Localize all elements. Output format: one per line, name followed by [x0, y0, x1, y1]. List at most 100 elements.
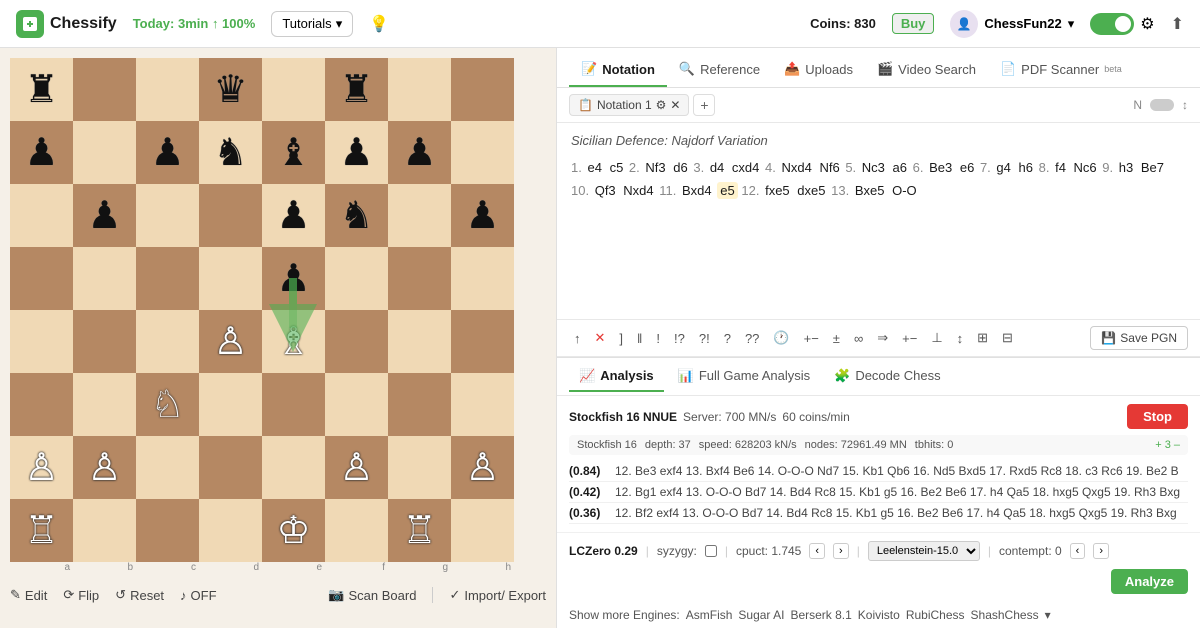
square-f8[interactable]: ♜ — [325, 58, 388, 121]
square-h4[interactable] — [451, 310, 514, 373]
pgn-single-exclaim[interactable]: ! — [651, 328, 665, 349]
import-export-button[interactable]: ✓ Import/ Export — [449, 587, 546, 603]
square-g5[interactable] — [388, 247, 451, 310]
contempt-dec[interactable]: ‹ — [1070, 543, 1086, 559]
save-pgn-button[interactable]: 💾 Save PGN — [1090, 326, 1188, 350]
square-h7[interactable] — [451, 121, 514, 184]
pgn-infinity[interactable]: ∞ — [849, 328, 868, 349]
tab-decode-chess[interactable]: 🧩 Decode Chess — [824, 362, 950, 392]
square-c7[interactable]: ♟ — [136, 121, 199, 184]
square-a2[interactable]: ♙ — [10, 436, 73, 499]
square-b3[interactable] — [73, 373, 136, 436]
square-g3[interactable] — [388, 373, 451, 436]
square-f5[interactable] — [325, 247, 388, 310]
pgn-plus-minus[interactable]: +− — [799, 328, 824, 349]
moves-2[interactable]: 12. Bg1 exf4 13. O-O-O Bd7 14. Bd4 Rc8 1… — [615, 485, 1188, 499]
notation-tab-1[interactable]: 📋 Notation 1 ⚙ ✕ — [569, 94, 689, 116]
add-notation-button[interactable]: + — [693, 94, 715, 116]
more-lines-button[interactable]: + 3 – — [1155, 439, 1180, 451]
square-e4[interactable]: ♗ — [262, 310, 325, 373]
pgn-equal[interactable]: ± — [828, 328, 845, 349]
pgn-pause[interactable]: ‖ — [632, 328, 647, 349]
sound-toggle[interactable]: ♪ OFF — [180, 588, 217, 603]
pgn-clock[interactable]: 🕐 — [768, 327, 794, 349]
square-d8[interactable]: ♛ — [199, 58, 262, 121]
toggle-small[interactable] — [1150, 99, 1174, 111]
tab-uploads[interactable]: 📤 Uploads — [772, 53, 865, 87]
square-g2[interactable] — [388, 436, 451, 499]
moves-text[interactable]: 1. e4 c5 2. Nf3 d6 3. d4 cxd4 4. Nxd4 Nf… — [571, 156, 1186, 203]
settings-icon[interactable]: ⚙ — [656, 98, 667, 112]
square-c1[interactable] — [136, 499, 199, 562]
syzygy-checkbox[interactable] — [705, 545, 717, 557]
square-c6[interactable] — [136, 184, 199, 247]
more-engines-button[interactable]: ▾ — [1045, 608, 1051, 622]
pgn-arrow[interactable]: ⇒ — [872, 327, 893, 349]
pgn-double-exclaim[interactable]: !? — [669, 328, 690, 349]
engine-koivisto[interactable]: Koivisto — [858, 608, 900, 622]
reset-button[interactable]: ↺ Reset — [115, 587, 164, 603]
edit-button[interactable]: ✎ Edit — [10, 587, 47, 603]
square-d4[interactable]: ♙ — [199, 310, 262, 373]
square-d3[interactable] — [199, 373, 262, 436]
square-g4[interactable] — [388, 310, 451, 373]
collapse-icon[interactable]: ⬆ — [1171, 14, 1184, 34]
square-b4[interactable] — [73, 310, 136, 373]
tab-notation[interactable]: 📝 Notation — [569, 53, 667, 87]
square-e7[interactable]: ♝ — [262, 121, 325, 184]
square-g1[interactable]: ♖ — [388, 499, 451, 562]
tab-analysis[interactable]: 📈 Analysis — [569, 362, 664, 392]
square-b7[interactable] — [73, 121, 136, 184]
square-a4[interactable] — [10, 310, 73, 373]
square-h1[interactable] — [451, 499, 514, 562]
engine-shasschess[interactable]: ShashChess — [971, 608, 1039, 622]
pgn-delete-move[interactable]: ✕ — [590, 327, 611, 349]
engine-sugar-ai[interactable]: Sugar AI — [738, 608, 784, 622]
square-e5[interactable]: ♟ — [262, 247, 325, 310]
tab-reference[interactable]: 🔍 Reference — [667, 53, 772, 87]
pgn-up-arrow[interactable]: ↕ — [952, 328, 969, 349]
square-h3[interactable] — [451, 373, 514, 436]
cpuct-inc[interactable]: › — [833, 543, 849, 559]
tab-pdf-scanner[interactable]: 📄 PDF Scanner beta — [988, 53, 1134, 87]
square-e1[interactable]: ♔ — [262, 499, 325, 562]
stop-button[interactable]: Stop — [1127, 404, 1188, 429]
tutorials-button[interactable]: Tutorials ▾ — [271, 11, 353, 37]
square-d1[interactable] — [199, 499, 262, 562]
gear-icon[interactable]: ⚙ — [1140, 14, 1154, 34]
square-f2[interactable]: ♙ — [325, 436, 388, 499]
square-h8[interactable] — [451, 58, 514, 121]
moves-1[interactable]: 12. Be3 exf4 13. Bxf4 Be6 14. O-O-O Nd7 … — [615, 464, 1188, 478]
pgn-copy[interactable]: ⊞ — [972, 327, 993, 349]
square-h2[interactable]: ♙ — [451, 436, 514, 499]
square-a3[interactable] — [10, 373, 73, 436]
engine-rubichess[interactable]: RubiChess — [906, 608, 965, 622]
square-d7[interactable]: ♞ — [199, 121, 262, 184]
square-e6[interactable]: ♟ — [262, 184, 325, 247]
square-f3[interactable] — [325, 373, 388, 436]
square-c5[interactable] — [136, 247, 199, 310]
theme-toggle[interactable] — [1090, 13, 1134, 35]
square-c4[interactable] — [136, 310, 199, 373]
user-menu[interactable]: 👤 ChessFun22 ▾ — [950, 10, 1074, 38]
square-e3[interactable] — [262, 373, 325, 436]
scan-board-button[interactable]: 📷 Scan Board — [328, 587, 416, 603]
pgn-double-question-2[interactable]: ?? — [740, 328, 764, 349]
pgn-end-variation[interactable]: ] — [614, 328, 628, 349]
square-c3[interactable]: ♘ — [136, 373, 199, 436]
square-b2[interactable]: ♙ — [73, 436, 136, 499]
square-a8[interactable]: ♜ — [10, 58, 73, 121]
pgn-minus-plus[interactable]: ⊥ — [926, 327, 947, 349]
sync-icon[interactable]: ↕ — [1182, 98, 1188, 112]
engine-select[interactable]: Leelenstein-15.0 — [868, 541, 980, 561]
square-d6[interactable] — [199, 184, 262, 247]
flip-button[interactable]: ⟳ Flip — [63, 587, 99, 603]
square-e8[interactable] — [262, 58, 325, 121]
tab-video-search[interactable]: 🎬 Video Search — [865, 53, 988, 87]
pgn-paste[interactable]: ⊟ — [997, 327, 1018, 349]
square-b6[interactable]: ♟ — [73, 184, 136, 247]
square-b1[interactable] — [73, 499, 136, 562]
pgn-plus-eq[interactable]: +− — [897, 328, 922, 349]
square-g8[interactable] — [388, 58, 451, 121]
engine-berserk[interactable]: Berserk 8.1 — [790, 608, 851, 622]
